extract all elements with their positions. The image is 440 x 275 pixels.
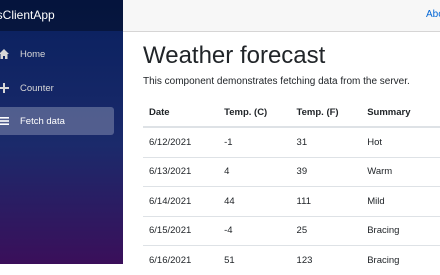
main-content: Weather forecast This component demonstr… [143,42,440,87]
cell-summary: Bracing [361,245,440,275]
cell-temp-c: 51 [218,245,291,275]
cell-temp-c: -1 [218,126,291,157]
cell-date: 6/14/2021 [143,186,219,216]
column-header-summary: Summary [361,99,440,128]
cell-temp-f: 111 [290,186,362,216]
table-row: 6/15/2021 -4 25 Bracing [143,215,440,246]
table-header-row: Date Temp. (C) Temp. (F) Summary [143,99,440,128]
table-row: 6/12/2021 -1 31 Hot [143,126,440,157]
cell-date: 6/16/2021 [143,245,219,275]
brand-bar: orsClientApp [0,0,123,31]
page-description: This component demonstrates fetching dat… [143,76,410,87]
nav-item-home-label: Home [20,48,46,60]
cell-temp-c: -4 [218,215,291,246]
app-brand[interactable]: orsClientApp [0,8,55,22]
nav-item-fetch-data-label: Fetch data [20,115,65,127]
cell-temp-f: 39 [290,156,362,187]
cell-summary: Warm [361,156,440,187]
cell-temp-f: 123 [290,245,362,275]
nav-item-counter-label: Counter [20,82,54,94]
nav-item-home[interactable]: Home [0,40,114,68]
page-title: Weather forecast [143,42,326,69]
top-row [123,0,440,32]
cell-date: 6/15/2021 [143,215,219,246]
nav-item-counter[interactable]: Counter [0,74,114,102]
plus-icon [0,81,11,95]
column-header-date: Date [143,99,219,128]
cell-date: 6/13/2021 [143,156,219,187]
table-row: 6/16/2021 51 123 Bracing [143,245,440,275]
cell-summary: Hot [361,126,440,157]
cell-temp-c: 44 [218,186,291,216]
cell-date: 6/12/2021 [143,126,219,157]
forecast-table: Date Temp. (C) Temp. (F) Summary 6/12/20… [143,99,440,275]
cell-summary: Bracing [361,215,440,246]
about-link[interactable]: Abo [426,9,440,20]
home-icon [0,47,11,61]
column-header-temp-c: Temp. (C) [218,99,291,128]
list-icon [0,114,11,128]
cell-summary: Mild [361,186,440,216]
column-header-temp-f: Temp. (F) [290,99,362,128]
nav-item-fetch-data[interactable]: Fetch data [0,107,114,135]
cell-temp-f: 25 [290,215,362,246]
table-row: 6/14/2021 44 111 Mild [143,186,440,216]
cell-temp-f: 31 [290,126,362,157]
cell-temp-c: 4 [218,156,291,187]
sidebar: orsClientApp Home Counter Fetch data [0,0,123,264]
table-row: 6/13/2021 4 39 Warm [143,156,440,187]
